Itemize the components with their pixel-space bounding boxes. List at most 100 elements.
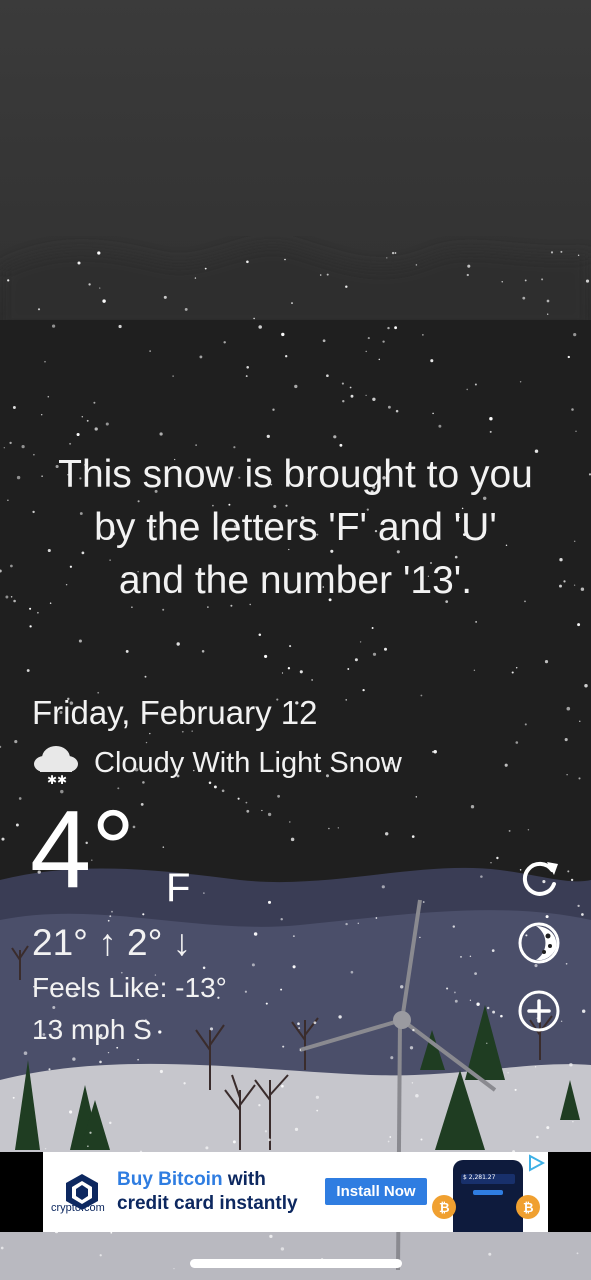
refresh-icon[interactable] bbox=[516, 856, 562, 902]
snowflake bbox=[524, 723, 527, 726]
snowflake bbox=[326, 374, 329, 378]
snowflake bbox=[287, 667, 291, 670]
snowflake bbox=[577, 623, 581, 627]
snowflake bbox=[580, 587, 585, 591]
snowflake bbox=[105, 422, 109, 426]
snowflake bbox=[545, 915, 549, 919]
snowflake bbox=[261, 809, 263, 812]
snowflake bbox=[564, 738, 568, 742]
snowflake bbox=[375, 917, 378, 919]
quote-line-1: This snow is brought to you bbox=[58, 453, 533, 496]
snowflake bbox=[281, 332, 285, 337]
add-location-icon[interactable] bbox=[516, 988, 562, 1034]
snowflake bbox=[349, 386, 352, 389]
snowflake bbox=[111, 910, 113, 913]
snowflake bbox=[246, 260, 249, 264]
snowflake bbox=[519, 381, 522, 383]
snowflake bbox=[515, 667, 518, 669]
snowflake bbox=[394, 252, 397, 254]
snowflake bbox=[365, 394, 367, 397]
snowflake bbox=[94, 427, 98, 431]
snowflake bbox=[345, 922, 348, 926]
condition-label: Cloudy With Light Snow bbox=[94, 746, 402, 779]
snowflake bbox=[384, 647, 387, 651]
snowflake bbox=[13, 599, 16, 603]
svg-text:₿: ₿ bbox=[439, 1201, 450, 1216]
snowflake bbox=[48, 1068, 51, 1071]
cloud-snow-icon: ✱✱ bbox=[34, 746, 78, 786]
snowflake bbox=[480, 875, 483, 878]
snowflake bbox=[9, 441, 12, 445]
snowflake bbox=[514, 1088, 517, 1091]
snowflake bbox=[1, 837, 5, 841]
snowflake bbox=[264, 654, 268, 658]
snowflake bbox=[524, 279, 527, 282]
snowflake bbox=[339, 443, 343, 447]
ad-banner[interactable]: crypto.com Buy Bitcoin with credit card … bbox=[0, 1152, 591, 1232]
snowflake bbox=[116, 1046, 119, 1049]
snowflake bbox=[107, 1051, 110, 1054]
snowflake bbox=[489, 416, 493, 421]
snowflake bbox=[508, 829, 511, 832]
snowflake bbox=[422, 901, 425, 903]
adchoices-icon[interactable] bbox=[527, 1154, 545, 1172]
ad-headline-line2: credit card instantly bbox=[117, 1193, 298, 1214]
snowflake bbox=[566, 774, 568, 776]
snowflake bbox=[432, 412, 434, 415]
ad-content[interactable]: crypto.com Buy Bitcoin with credit card … bbox=[43, 1152, 548, 1232]
snowflake bbox=[415, 796, 418, 798]
snowflake bbox=[99, 1254, 102, 1257]
snowflake bbox=[466, 388, 469, 391]
moon-cookie-icon[interactable] bbox=[516, 920, 562, 966]
snowflake bbox=[12, 1096, 15, 1099]
snowflake bbox=[420, 1138, 423, 1141]
snowflake bbox=[297, 1022, 300, 1025]
snowflake bbox=[269, 1234, 273, 1239]
snowflake bbox=[400, 985, 404, 989]
snowflake bbox=[507, 1072, 509, 1074]
snowflake bbox=[253, 317, 255, 320]
snowflake bbox=[201, 650, 205, 653]
snowflake bbox=[44, 360, 46, 363]
snowflake bbox=[51, 324, 56, 328]
snowflake bbox=[202, 966, 206, 970]
snowflake bbox=[541, 278, 544, 281]
snowflake bbox=[515, 741, 519, 744]
snowflake bbox=[350, 394, 354, 398]
snowflake bbox=[292, 965, 296, 969]
snowflake bbox=[87, 1145, 89, 1147]
snowflake bbox=[7, 279, 10, 282]
home-indicator[interactable] bbox=[190, 1259, 402, 1268]
snowflake bbox=[412, 1028, 415, 1032]
snowflake bbox=[466, 273, 469, 277]
snowflake bbox=[284, 258, 286, 261]
snowflake bbox=[409, 1046, 414, 1050]
svg-text:✱✱: ✱✱ bbox=[47, 773, 67, 786]
temperature-unit[interactable]: F bbox=[166, 866, 190, 911]
snowflake bbox=[475, 621, 477, 623]
snowflake bbox=[97, 251, 101, 255]
snowflake bbox=[585, 279, 590, 283]
snowflake bbox=[365, 350, 367, 353]
snowflake bbox=[26, 669, 30, 672]
ad-headline: Buy Bitcoin with credit card instantly bbox=[117, 1168, 298, 1216]
snowflake bbox=[3, 447, 5, 449]
snowflake bbox=[280, 988, 283, 991]
snowflake bbox=[162, 608, 165, 611]
temperature-value: 4° bbox=[30, 788, 136, 911]
snowflake bbox=[272, 408, 275, 411]
snowflake bbox=[469, 999, 472, 1001]
snowflake bbox=[290, 837, 295, 842]
snowflake bbox=[454, 999, 458, 1003]
snowflake bbox=[390, 1056, 394, 1060]
snowflake bbox=[566, 706, 571, 711]
snowflake bbox=[289, 821, 291, 823]
install-now-button[interactable]: Install Now bbox=[325, 1178, 427, 1205]
snowflake bbox=[258, 633, 262, 636]
snowflake bbox=[394, 326, 398, 330]
snowflake bbox=[142, 913, 145, 916]
snowflake bbox=[337, 827, 339, 829]
snowflake bbox=[195, 444, 197, 446]
snowflake bbox=[245, 375, 248, 378]
condition-row: ✱✱ Cloudy With Light Snow bbox=[32, 740, 402, 786]
